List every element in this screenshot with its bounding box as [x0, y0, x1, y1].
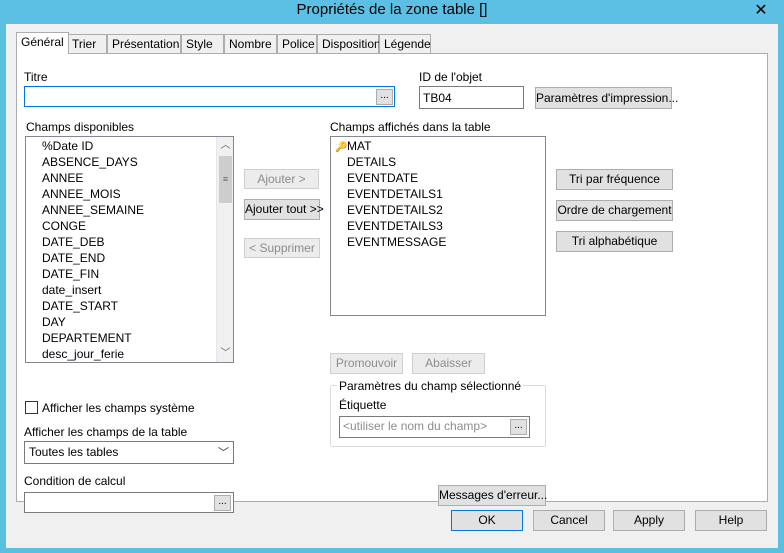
list-item[interactable]: date_insert: [26, 282, 233, 298]
add-all-button[interactable]: Ajouter tout >>: [244, 199, 324, 220]
list-item[interactable]: EVENTDATE: [331, 170, 545, 186]
tab-general[interactable]: Général: [16, 32, 69, 54]
list-item[interactable]: EVENTDETAILS3: [331, 218, 545, 234]
list-item[interactable]: desc_jour_ferie: [26, 346, 233, 362]
list-item[interactable]: ABSENCE_DAYS: [26, 154, 233, 170]
object-id-label: ID de l'objet: [419, 70, 482, 84]
show-table-fields-label: Afficher les champs de la table: [24, 425, 188, 439]
list-item[interactable]: EVENTMESSAGE: [331, 234, 545, 250]
available-fields-list[interactable]: %Date ID ABSENCE_DAYS ANNEE ANNEE_MOIS A…: [25, 136, 234, 363]
list-item[interactable]: ANNEE_SEMAINE: [26, 202, 233, 218]
list-item[interactable]: DATE_START: [26, 298, 233, 314]
table-select-value: Toutes les tables: [29, 445, 119, 459]
help-button[interactable]: Help: [695, 510, 767, 531]
list-item[interactable]: ANNEE_MOIS: [26, 186, 233, 202]
tab-nombre[interactable]: Nombre: [224, 34, 277, 53]
available-fields-scrollbar[interactable]: ︿ ≡ ﹀: [216, 137, 233, 362]
close-button[interactable]: ✕: [738, 0, 784, 22]
general-panel: Titre ... ID de l'objet TB04 Paramètres …: [16, 53, 768, 513]
add-button[interactable]: Ajouter >: [244, 169, 319, 189]
titre-label: Titre: [24, 70, 48, 84]
tab-style[interactable]: Style: [181, 34, 224, 53]
show-system-fields-label: Afficher les champs système: [42, 401, 195, 415]
titre-input[interactable]: [24, 86, 395, 107]
calc-condition-input[interactable]: [24, 492, 234, 513]
remove-button[interactable]: < Supprimer: [244, 238, 320, 258]
calc-condition-browse-button[interactable]: ...: [214, 495, 231, 511]
demote-button[interactable]: Abaisser: [412, 353, 485, 374]
list-item[interactable]: %Date ID: [26, 138, 233, 154]
sort-alpha-button[interactable]: Tri alphabétique: [556, 231, 673, 252]
list-item[interactable]: DATE_END: [26, 250, 233, 266]
promote-button[interactable]: Promouvoir: [330, 353, 403, 374]
tab-trier[interactable]: Trier: [67, 34, 107, 53]
scroll-thumb[interactable]: ≡: [219, 156, 232, 203]
chevron-down-icon: ﹀: [218, 447, 229, 459]
displayed-fields-label: Champs affichés dans la table: [330, 120, 491, 134]
list-item[interactable]: DATE_FIN: [26, 266, 233, 282]
list-item[interactable]: 🔑MAT: [331, 138, 545, 154]
list-item[interactable]: DAY: [26, 314, 233, 330]
error-messages-button[interactable]: Messages d'erreur...: [438, 485, 547, 506]
list-item[interactable]: DEPARTEMENT: [26, 330, 233, 346]
tab-police[interactable]: Police: [277, 34, 317, 53]
list-item[interactable]: EVENTDETAILS1: [331, 186, 545, 202]
list-item[interactable]: DETAILS: [331, 154, 545, 170]
list-item[interactable]: ANNEE: [26, 170, 233, 186]
available-fields-label: Champs disponibles: [26, 120, 135, 134]
apply-button[interactable]: Apply: [613, 510, 685, 531]
list-item[interactable]: EVENTDETAILS2: [331, 202, 545, 218]
label-browse-button[interactable]: ...: [510, 419, 527, 435]
scroll-down-icon[interactable]: ﹀: [217, 345, 233, 362]
cancel-button[interactable]: Cancel: [533, 510, 605, 531]
close-icon: ✕: [754, 2, 768, 19]
object-id-input[interactable]: TB04: [419, 86, 524, 109]
tab-disposition[interactable]: Disposition: [317, 34, 381, 53]
key-icon: 🔑: [335, 142, 348, 153]
label-field-label: Étiquette: [339, 398, 387, 412]
calc-condition-label: Condition de calcul: [24, 474, 126, 488]
properties-dialog: Général Trier Présentation Style Nombre …: [6, 24, 778, 548]
print-params-button[interactable]: Paramètres d'impression...: [535, 87, 678, 109]
show-system-fields-checkbox[interactable]: [25, 401, 38, 414]
list-item[interactable]: CONGE: [26, 218, 233, 234]
title-bar: Propriétés de la zone table [] ✕: [0, 0, 784, 24]
selected-field-group-title: Paramètres du champ sélectionné: [337, 379, 524, 393]
tab-presentation[interactable]: Présentation: [107, 34, 181, 53]
label-input[interactable]: <utiliser le nom du champ>: [339, 416, 530, 438]
ok-button[interactable]: OK: [451, 510, 523, 531]
load-order-button[interactable]: Ordre de chargement: [556, 200, 673, 221]
window-title: Propriétés de la zone table []: [296, 1, 488, 18]
titre-browse-button[interactable]: ...: [376, 89, 393, 105]
table-select[interactable]: Toutes les tables ﹀: [24, 441, 234, 464]
sort-frequency-button[interactable]: Tri par fréquence: [556, 169, 673, 190]
scroll-up-icon[interactable]: ︿: [217, 137, 233, 154]
tab-legende[interactable]: Légende: [379, 34, 431, 53]
list-item[interactable]: DATE_DEB: [26, 234, 233, 250]
displayed-fields-list[interactable]: 🔑MAT DETAILS EVENTDATE EVENTDETAILS1 EVE…: [330, 136, 546, 316]
